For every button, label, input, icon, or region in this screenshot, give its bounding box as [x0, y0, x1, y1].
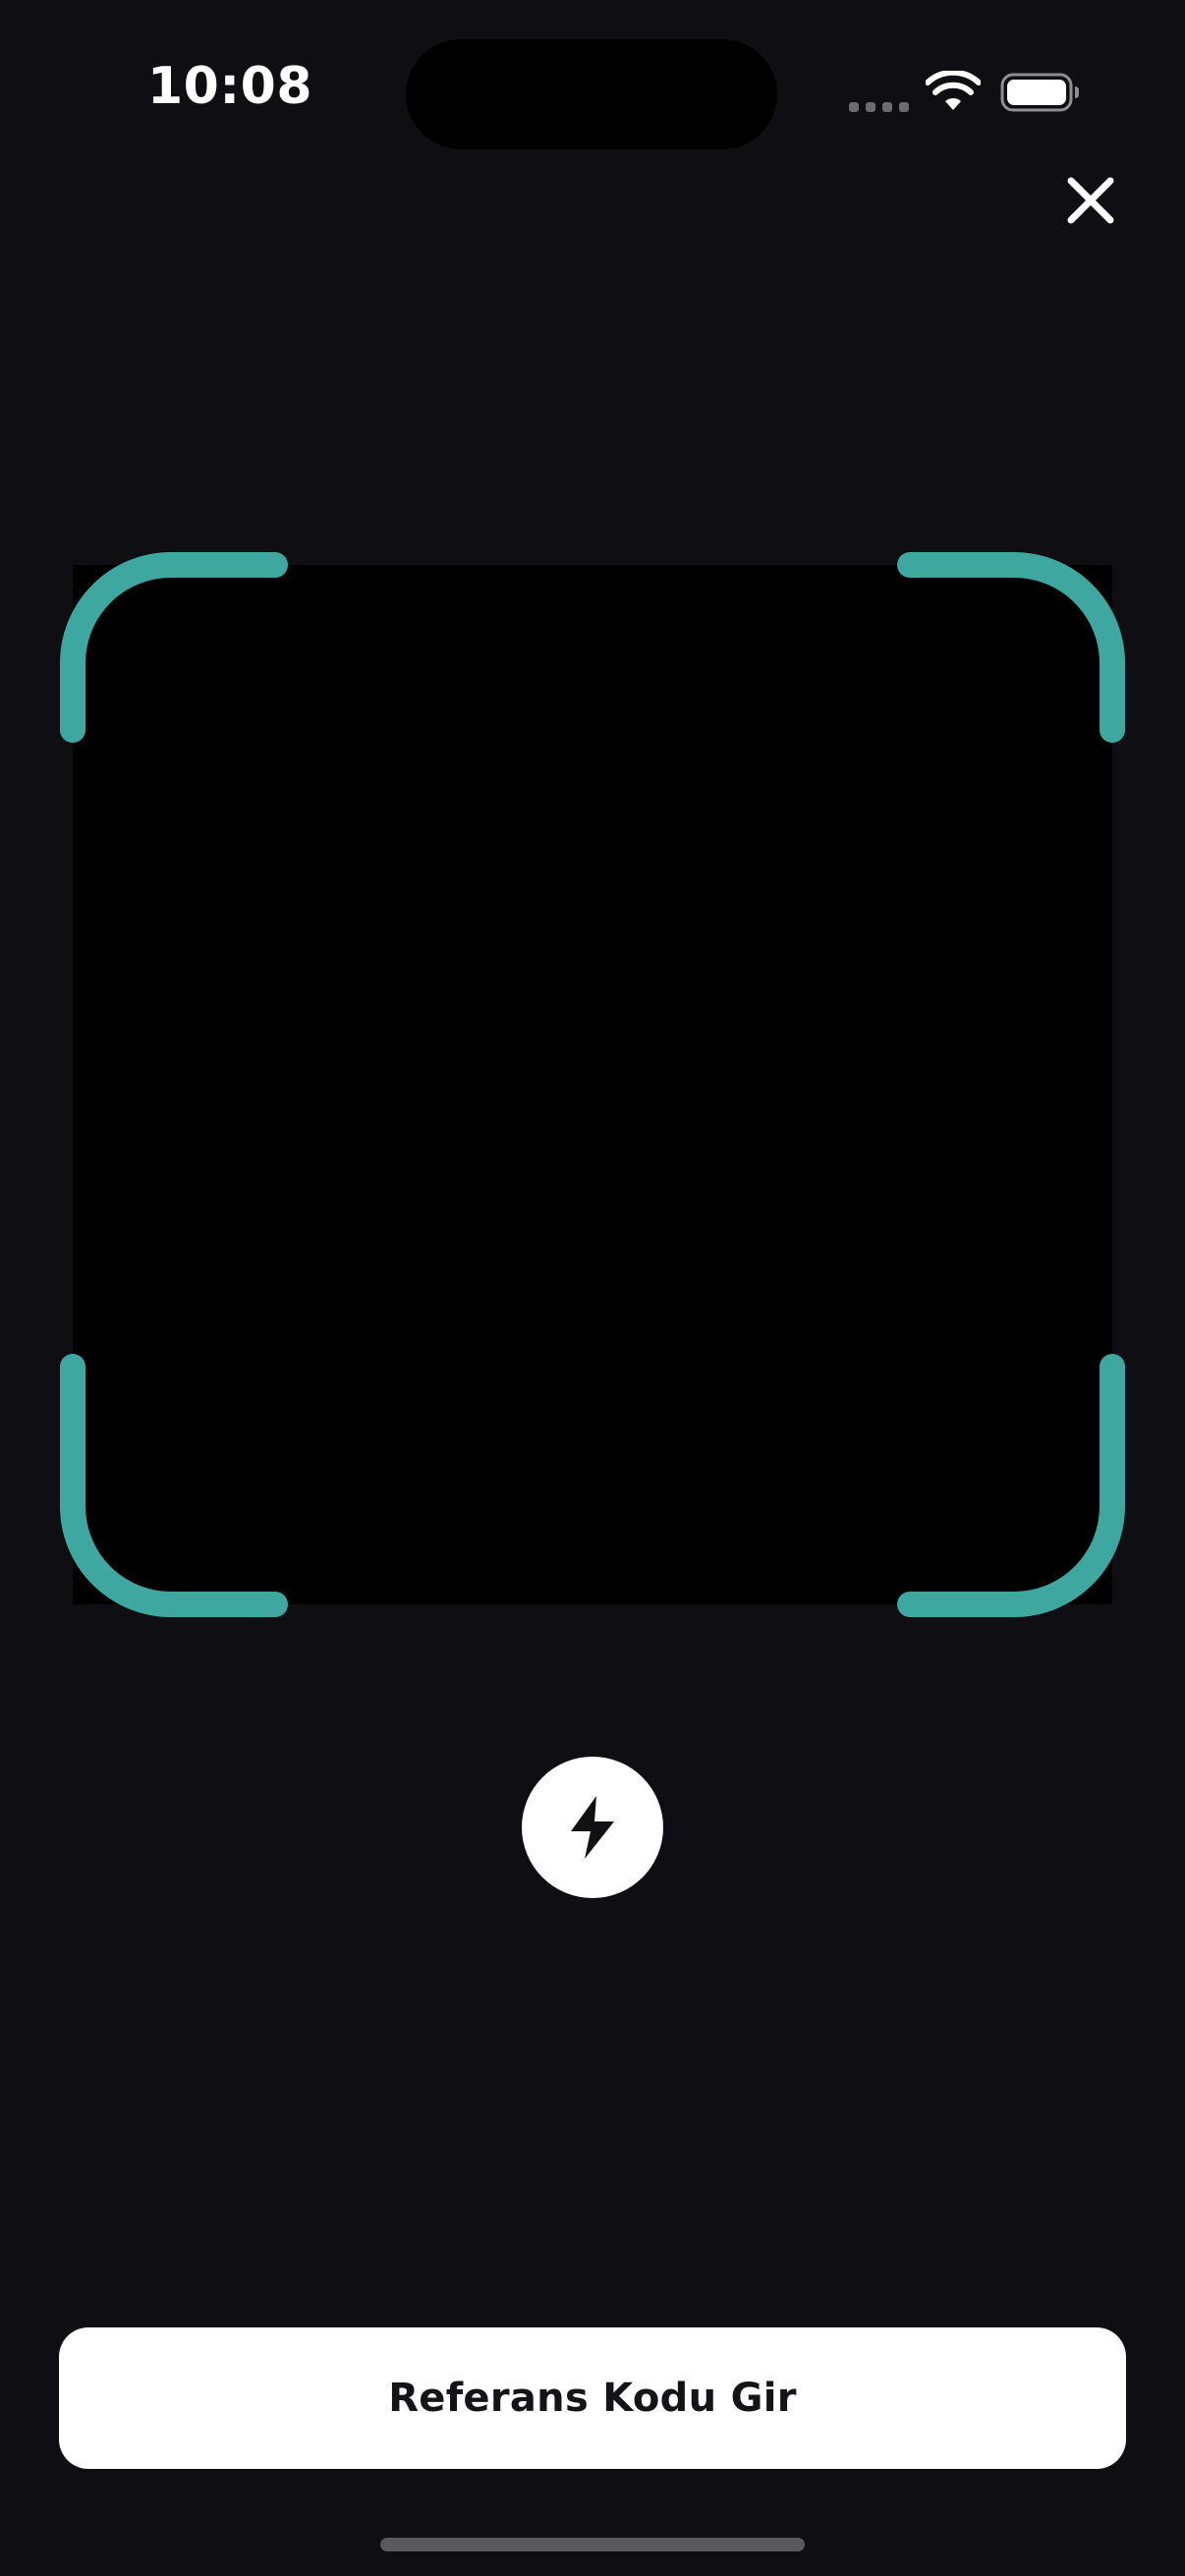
- scanner-corner-top-right: [897, 552, 1125, 743]
- dynamic-island: [406, 39, 777, 149]
- scanner-frame: [60, 552, 1125, 1617]
- cellular-signal-icon: [849, 102, 909, 112]
- flash-icon: [571, 1796, 614, 1859]
- home-indicator[interactable]: [380, 2538, 805, 2551]
- close-icon: [1067, 177, 1114, 224]
- scanner-corner-bottom-left: [60, 1354, 288, 1617]
- qr-scanner-area: [60, 552, 1125, 1617]
- scanner-corner-top-left: [60, 552, 288, 743]
- scanner-corner-bottom-right: [897, 1354, 1125, 1617]
- battery-icon: [1000, 73, 1079, 112]
- enter-referral-code-button[interactable]: Referans Kodu Gir: [59, 2327, 1126, 2469]
- close-button[interactable]: [1057, 167, 1124, 234]
- enter-referral-code-label: Referans Kodu Gir: [388, 2376, 797, 2421]
- flash-toggle-button[interactable]: [522, 1757, 663, 1898]
- wifi-icon: [926, 71, 981, 110]
- status-time: 10:08: [147, 57, 313, 116]
